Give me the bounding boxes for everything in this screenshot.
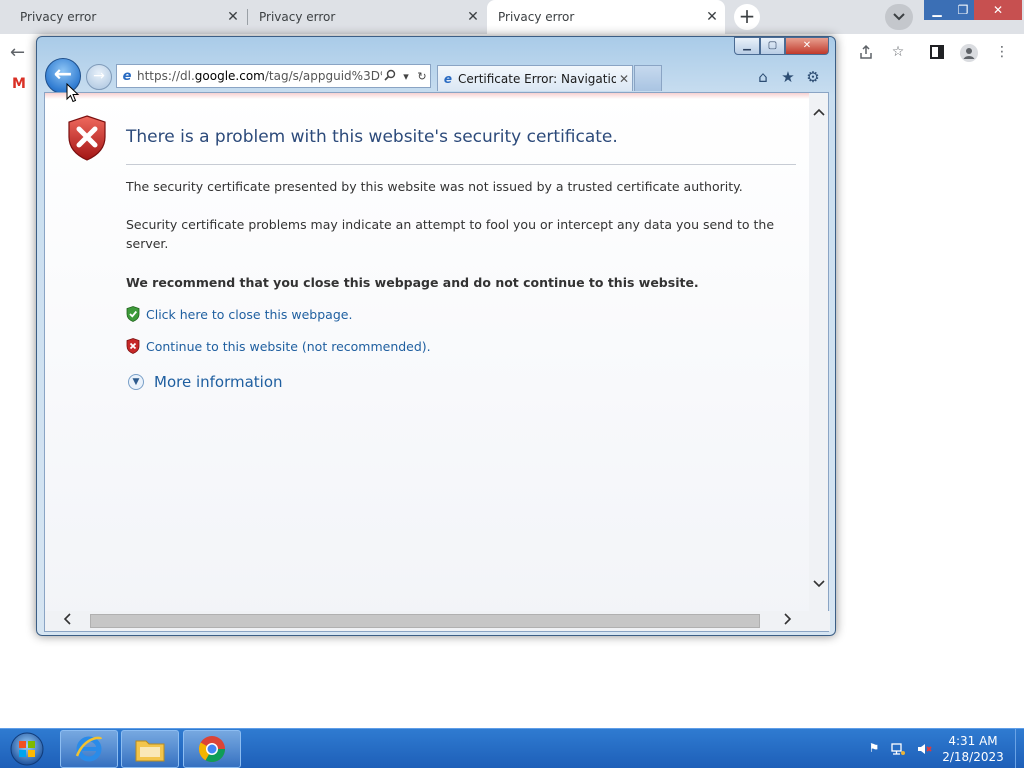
network-icon[interactable] — [890, 741, 906, 757]
gmail-icon[interactable]: M — [12, 76, 26, 92]
show-desktop-button[interactable] — [1015, 729, 1024, 768]
settings-gear-icon[interactable]: ⚙ — [804, 68, 822, 86]
ie-forward-button[interactable]: → — [86, 64, 112, 90]
chrome-tab-strip: Privacy error ✕ Privacy error ✕ Privacy … — [0, 0, 1024, 34]
bookmark-star-icon[interactable]: ☆ — [889, 44, 907, 62]
warning-paragraph: Security certificate problems may indica… — [126, 217, 775, 251]
folder-icon — [135, 740, 165, 762]
info-band — [45, 93, 810, 99]
volume-muted-icon[interactable] — [916, 741, 932, 757]
scroll-right-icon[interactable] — [778, 612, 797, 631]
recommendation-text: We recommend that you close this webpage… — [126, 275, 699, 290]
refresh-icon[interactable]: ↻ — [414, 70, 430, 83]
favorites-star-icon[interactable]: ★ — [779, 68, 797, 86]
tab-close-icon[interactable]: ✕ — [616, 72, 632, 86]
continue-website-row: Continue to this website (not recommende… — [126, 338, 431, 354]
red-shield-x-icon — [126, 338, 140, 354]
taskbar-internet-explorer[interactable] — [60, 730, 118, 768]
close-window-button[interactable]: ✕ — [974, 0, 1022, 20]
tab-close-icon[interactable]: ✕ — [699, 9, 725, 25]
chevron-down-icon — [893, 13, 905, 21]
chrome-tab-title: Privacy error — [20, 10, 97, 24]
scroll-left-icon[interactable] — [57, 612, 76, 631]
taskbar: ⚑ 4:31 AM 2/18/2023 — [0, 728, 1024, 768]
ie-close-button[interactable]: ✕ — [785, 37, 829, 55]
minimize-button[interactable]: ▁ — [924, 0, 950, 20]
scroll-down-icon[interactable] — [809, 575, 828, 594]
chrome-tab-title: Privacy error — [259, 10, 336, 24]
ie-page-icon: e — [443, 71, 453, 86]
url-domain: google.com — [194, 69, 265, 83]
ie-tab-title: Certificate Error: Navigation... — [458, 71, 616, 86]
chrome-tab-1[interactable]: Privacy error ✕ — [0, 0, 246, 34]
address-bar[interactable]: e https://dl.google.com/tag/s/appguid%3D… — [116, 64, 431, 88]
description-paragraph: The security certificate presented by th… — [126, 179, 743, 194]
ie-content-pane: There is a problem with this website's s… — [44, 92, 830, 632]
green-shield-check-icon — [126, 306, 140, 322]
taskbar-chrome[interactable] — [183, 730, 241, 768]
vertical-scrollbar[interactable] — [809, 93, 828, 613]
chrome-tab-2[interactable]: Privacy error ✕ — [248, 0, 486, 34]
title-divider — [126, 164, 796, 165]
action-center-flag-icon[interactable]: ⚑ — [866, 741, 882, 757]
taskbar-file-explorer[interactable] — [121, 730, 179, 768]
side-panel-icon[interactable] — [928, 44, 946, 62]
mouse-cursor-icon — [66, 83, 80, 103]
ie-new-tab-button[interactable] — [634, 65, 662, 91]
ie-page-icon: e — [122, 68, 132, 84]
search-icon[interactable] — [382, 69, 398, 84]
more-menu-icon[interactable]: ⋮ — [993, 44, 1011, 62]
dropdown-arrow-icon[interactable]: ▾ — [398, 70, 414, 83]
page-title: There is a problem with this website's s… — [126, 127, 618, 147]
tab-close-icon[interactable]: ✕ — [460, 9, 486, 25]
close-webpage-link[interactable]: Click here to close this webpage. — [146, 307, 352, 322]
ie-maximize-button[interactable]: ▢ — [760, 37, 785, 55]
internet-explorer-icon — [75, 736, 103, 762]
shield-error-icon — [68, 115, 106, 161]
new-tab-button[interactable]: + — [734, 4, 760, 30]
tab-search-button[interactable] — [885, 4, 913, 30]
expand-chevron-icon[interactable]: ▼ — [128, 374, 144, 390]
ie-minimize-button[interactable]: ▁ — [734, 37, 760, 55]
ie-window: ▁ ▢ ✕ ← → e https://dl.google.com/tag/s/… — [36, 36, 836, 636]
scroll-up-icon[interactable] — [809, 103, 828, 122]
continue-to-website-link[interactable]: Continue to this website (not recommende… — [146, 339, 431, 354]
profile-avatar-icon[interactable] — [960, 44, 978, 62]
url-prefix: https://dl. — [137, 69, 195, 83]
horizontal-scrollbar[interactable] — [45, 611, 830, 631]
back-arrow-icon[interactable]: ← — [10, 42, 25, 63]
clock-date[interactable]: 2/18/2023 — [942, 750, 1004, 764]
horizontal-scroll-thumb[interactable] — [90, 614, 760, 628]
chrome-tab-title: Privacy error — [498, 10, 575, 24]
chrome-tab-3-active[interactable]: Privacy error ✕ — [487, 0, 725, 34]
close-webpage-row: Click here to close this webpage. — [126, 306, 352, 322]
url-text[interactable]: https://dl.google.com/tag/s/appguid%3D%7 — [137, 69, 382, 83]
ie-caption-buttons: ▁ ▢ ✕ — [734, 37, 829, 55]
system-tray: ⚑ 4:31 AM 2/18/2023 — [860, 729, 1024, 768]
clock-time[interactable]: 4:31 AM — [942, 734, 1004, 748]
url-path: /tag/s/appguid%3D%7 — [264, 69, 382, 83]
share-icon[interactable] — [857, 44, 875, 62]
home-icon[interactable]: ⌂ — [754, 68, 772, 86]
ie-tab-certificate-error[interactable]: e Certificate Error: Navigation... ✕ — [437, 65, 633, 91]
chrome-icon — [198, 736, 226, 763]
start-button[interactable] — [4, 730, 50, 768]
more-information-link[interactable]: More information — [154, 373, 283, 391]
tab-close-icon[interactable]: ✕ — [220, 9, 246, 25]
more-information-expander[interactable]: ▼ More information — [128, 373, 283, 391]
restore-button[interactable]: ❐ — [950, 0, 976, 20]
